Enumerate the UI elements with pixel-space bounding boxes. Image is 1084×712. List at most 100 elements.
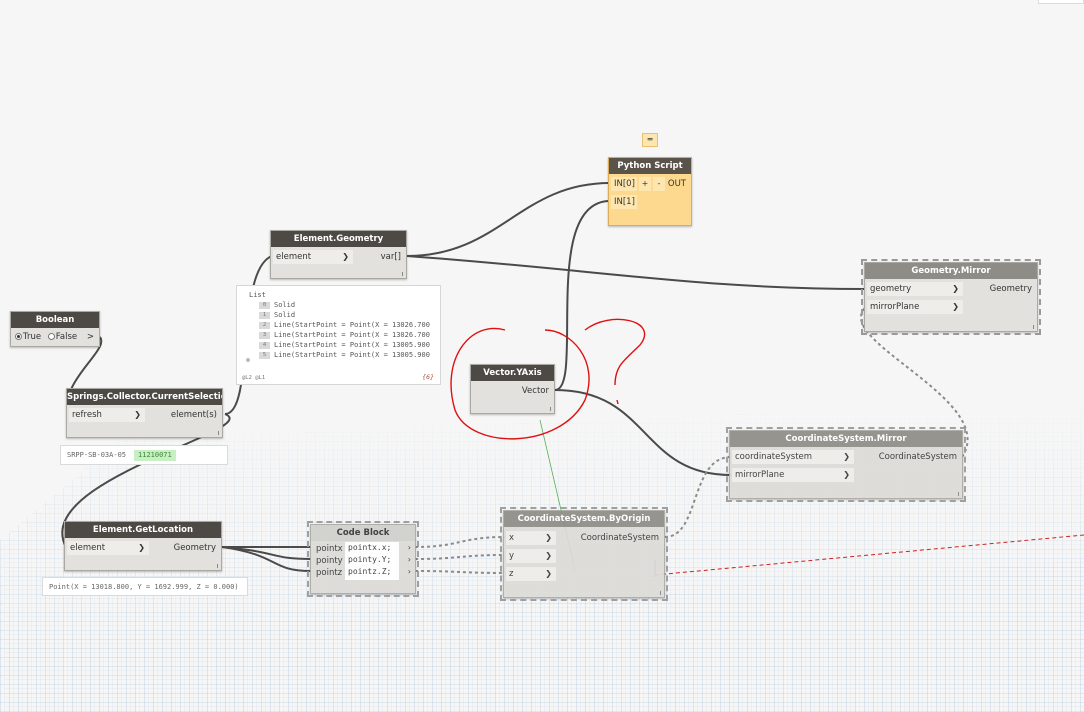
port-label: x xyxy=(509,533,515,543)
port-arrow-icon: ❯ xyxy=(843,470,850,479)
code-output-arrows[interactable]: › › › xyxy=(408,542,411,578)
port-label: mirrorPlane xyxy=(735,470,785,480)
list-item: 2 Line(StartPoint = Point(X = 13026.700 xyxy=(259,320,441,330)
list-index: 1 xyxy=(259,311,270,319)
node-resize-mark xyxy=(550,407,551,411)
input-port-x[interactable]: x ❯ xyxy=(506,531,556,545)
node-resize-mark xyxy=(217,564,218,568)
list-value: Line(StartPoint = Point(X = 13026.700 xyxy=(274,321,430,329)
preview-getlocation: Point(X = 13018.800, Y = 1692.999, Z = 0… xyxy=(42,577,248,596)
node-code-block[interactable]: Code Block pointx pointy pointz pointx.x… xyxy=(307,521,419,597)
node-title: Geometry.Mirror xyxy=(865,263,1037,279)
input-port-y[interactable]: y ❯ xyxy=(506,549,556,563)
preview-current-selection: SRPP-SB-03A-05 11210071 xyxy=(60,445,228,465)
list-index: 0 xyxy=(259,301,270,309)
list-index: 2 xyxy=(259,321,270,329)
port-label: geometry xyxy=(870,284,912,294)
code-input-label[interactable]: pointz xyxy=(313,566,343,580)
list-count: {6} xyxy=(422,373,434,381)
port-arrow-icon: ❯ xyxy=(545,551,552,560)
input-port-z[interactable]: z ❯ xyxy=(506,567,556,581)
node-geometry-mirror[interactable]: Geometry.Mirror geometry ❯ mirrorPlane ❯ G… xyxy=(861,259,1041,335)
output-port[interactable]: > xyxy=(83,330,97,344)
port-label: element xyxy=(70,543,106,553)
output-port-var[interactable]: var[] xyxy=(364,250,404,264)
list-item: 1 Solid xyxy=(259,310,441,320)
input-port-mirrorplane[interactable]: mirrorPlane ❯ xyxy=(732,468,854,482)
input-port-in0[interactable]: IN[0] xyxy=(611,177,637,191)
output-port-geometry[interactable]: Geometry xyxy=(975,282,1035,296)
port-label: y xyxy=(509,551,515,561)
output-port-geometry[interactable]: Geometry xyxy=(159,541,219,555)
list-index: 3 xyxy=(259,331,270,339)
remove-input-button[interactable]: - xyxy=(653,177,665,191)
output-port-coordinatesystem[interactable]: CoordinateSystem xyxy=(870,450,960,464)
node-element-geometry[interactable]: Element.Geometry element ❯ var[] xyxy=(270,230,407,279)
port-arrow-icon: ❯ xyxy=(342,252,349,261)
port-label: element xyxy=(276,252,312,262)
expand-dot-icon[interactable] xyxy=(246,358,250,362)
node-coordsys-byorigin[interactable]: CoordinateSystem.ByOrigin x ❯ y ❯ z ❯ Coord… xyxy=(500,507,668,601)
port-label: refresh xyxy=(72,410,102,420)
output-port-elements[interactable]: element(s) xyxy=(150,408,220,422)
port-label: mirrorPlane xyxy=(870,302,920,312)
input-port-geometry[interactable]: geometry ❯ xyxy=(867,282,963,296)
node-python-script[interactable]: Python Script IN[0] + - OUT IN[1] xyxy=(608,157,692,226)
list-value: Solid xyxy=(274,311,296,319)
graph-canvas[interactable]: Boolean True False > Springs.Collector.C… xyxy=(0,0,1084,712)
list-item: 5 Line(StartPoint = Point(X = 13005.900 xyxy=(259,350,441,360)
node-resize-mark xyxy=(660,591,661,595)
port-label: coordinateSystem xyxy=(735,452,813,462)
code-line: pointy.Y; xyxy=(348,555,392,564)
input-port-mirrorplane[interactable]: mirrorPlane ❯ xyxy=(867,300,963,314)
code-editor[interactable]: pointx.x; pointy.Y; pointz.Z; xyxy=(345,542,399,580)
node-title: Element.GetLocation xyxy=(65,522,221,538)
code-line: pointz.Z; xyxy=(348,567,392,576)
node-boolean[interactable]: Boolean True False > xyxy=(10,311,100,347)
node-coordsys-mirror[interactable]: CoordinateSystem.Mirror coordinateSystem… xyxy=(726,427,966,502)
list-item: 3 Line(StartPoint = Point(X = 13026.700 xyxy=(259,330,441,340)
port-label: z xyxy=(509,569,514,579)
radio-true[interactable] xyxy=(15,333,22,340)
node-resize-mark xyxy=(958,492,959,496)
port-arrow-icon: ❯ xyxy=(843,452,850,461)
node-title: Element.Geometry xyxy=(271,231,406,247)
input-port-in1[interactable]: IN[1] xyxy=(611,195,637,209)
list-levels[interactable]: @L2 @L1 xyxy=(242,375,265,381)
radio-false[interactable] xyxy=(47,333,55,340)
list-index: 4 xyxy=(259,341,270,349)
preview-element-name: SRPP-SB-03A-05 xyxy=(67,451,127,459)
speech-note-icon[interactable]: ═ xyxy=(642,133,658,147)
input-port-element[interactable]: element ❯ xyxy=(273,250,353,264)
port-arrow-icon: ❯ xyxy=(138,543,145,552)
port-arrow-icon: ❯ xyxy=(545,533,552,542)
output-port-out[interactable]: OUT xyxy=(665,177,689,191)
list-value: Line(StartPoint = Point(X = 13005.900 xyxy=(274,351,430,359)
background-grid xyxy=(0,400,1084,712)
output-port-coordinatesystem[interactable]: CoordinateSystem xyxy=(578,531,662,545)
preview-element-id[interactable]: 11210071 xyxy=(134,450,176,461)
node-title: Vector.YAxis xyxy=(471,365,554,381)
add-input-button[interactable]: + xyxy=(639,177,651,191)
port-arrow-icon: ❯ xyxy=(952,302,959,311)
code-line: pointx.x; xyxy=(348,543,392,552)
watch-element-geometry[interactable]: List 0 Solid 1 Solid 2 Line(StartPoint = Po… xyxy=(236,285,441,385)
node-resize-mark xyxy=(1033,325,1034,329)
node-resize-mark xyxy=(218,431,219,435)
input-port-refresh[interactable]: refresh ❯ xyxy=(69,408,145,422)
node-current-selection[interactable]: Springs.Collector.CurrentSelection refre… xyxy=(66,388,223,438)
node-title: Python Script xyxy=(609,158,691,174)
input-port-coordinatesystem[interactable]: coordinateSystem ❯ xyxy=(732,450,854,464)
node-vector-yaxis[interactable]: Vector.YAxis Vector xyxy=(470,364,555,414)
list-value: Line(StartPoint = Point(X = 13005.900 xyxy=(274,341,430,349)
node-element-getlocation[interactable]: Element.GetLocation element ❯ Geometry xyxy=(64,521,222,571)
list-item: 4 Line(StartPoint = Point(X = 13005.900 xyxy=(259,340,441,350)
list-item: 0 Solid xyxy=(259,300,441,310)
input-port-element[interactable]: element ❯ xyxy=(67,541,149,555)
boolean-radio-group: True False xyxy=(15,330,85,344)
list-value: Line(StartPoint = Point(X = 13026.700 xyxy=(274,331,430,339)
list-value: Solid xyxy=(274,301,296,309)
output-port-vector[interactable]: Vector xyxy=(502,384,552,398)
port-arrow-icon: ❯ xyxy=(952,284,959,293)
window-corner-strip xyxy=(1038,0,1084,4)
